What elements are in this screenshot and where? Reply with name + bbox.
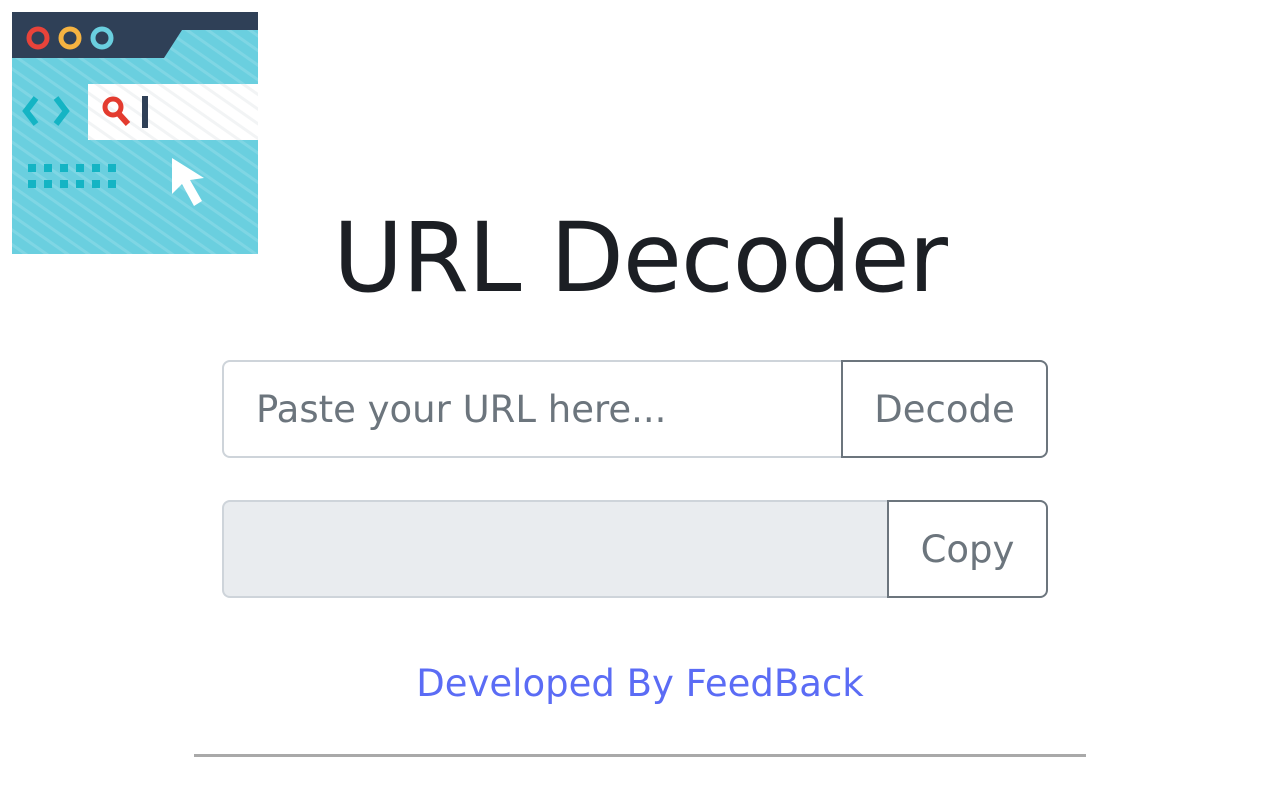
decode-input-group: Decode — [222, 360, 1048, 458]
decoded-output-field[interactable] — [222, 500, 887, 598]
url-input[interactable] — [222, 360, 841, 458]
decode-button[interactable]: Decode — [841, 360, 1048, 458]
footer: Developed By FeedBack — [0, 658, 1280, 710]
copy-button[interactable]: Copy — [887, 500, 1048, 598]
developer-link[interactable]: Developed By FeedBack — [416, 662, 863, 705]
output-group: Copy — [222, 500, 1048, 598]
footer-divider — [194, 754, 1086, 757]
page-title: URL Decoder — [333, 202, 948, 314]
